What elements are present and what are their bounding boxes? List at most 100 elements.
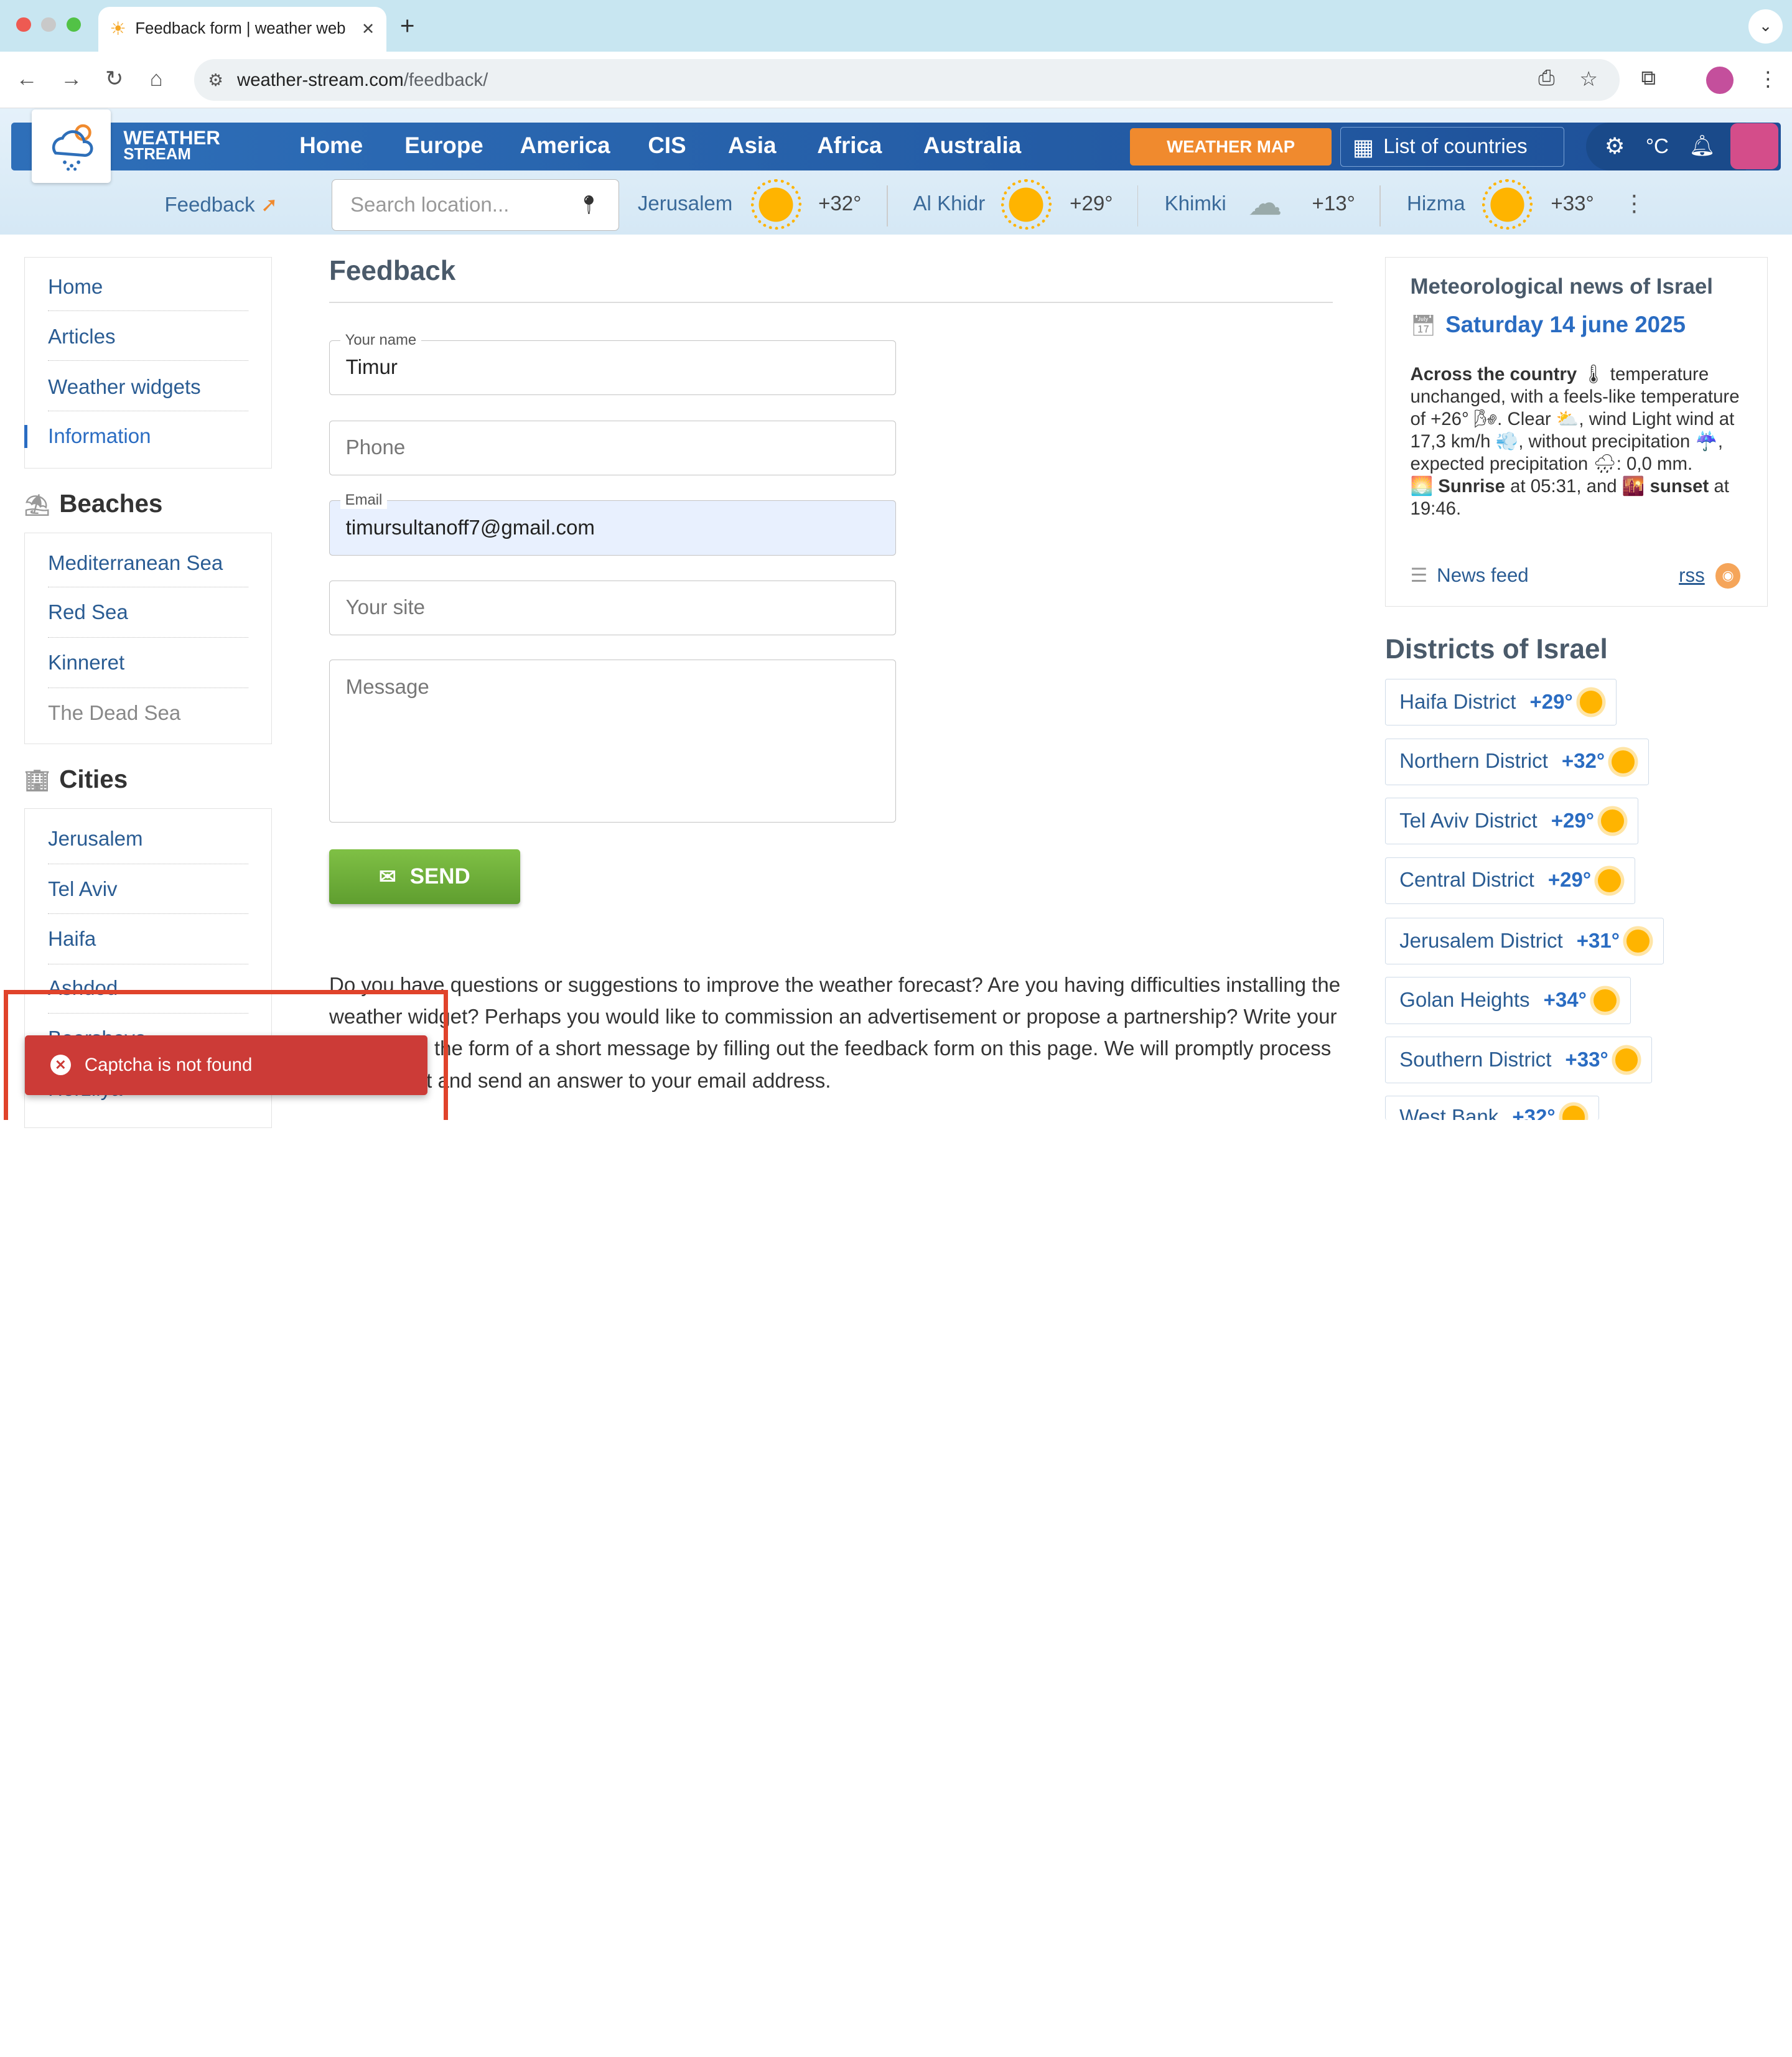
email-label: Email: [340, 491, 387, 509]
district-golan-heights[interactable]: Golan Heights +34°: [1385, 977, 1631, 1024]
district-southern[interactable]: Southern District +33°: [1385, 1036, 1653, 1084]
forward-icon[interactable]: →: [60, 67, 82, 91]
close-window-button[interactable]: [16, 17, 31, 32]
district-temp: +29°: [1547, 869, 1592, 892]
nav-africa[interactable]: Africa: [817, 133, 882, 159]
divider: [48, 963, 248, 965]
district-tel-aviv[interactable]: Tel Aviv District +29°: [1385, 798, 1638, 845]
toast-message: Captcha is not found: [84, 1054, 253, 1075]
more-cities-icon[interactable]: ⋮: [1623, 190, 1646, 217]
error-close-icon[interactable]: ✕: [50, 1055, 71, 1076]
district-name: Southern District: [1399, 1048, 1552, 1071]
message-field[interactable]: Message: [329, 659, 896, 823]
install-app-icon[interactable]: ⎙: [1538, 67, 1554, 90]
city-al-khidr[interactable]: Al Khidr: [913, 192, 986, 216]
beach-mediterranean-sea[interactable]: Mediterranean Sea: [48, 552, 223, 576]
location-pin-icon[interactable]: 📍︎: [577, 195, 600, 216]
minimize-window-button[interactable]: [41, 17, 56, 32]
nav-asia[interactable]: Asia: [728, 133, 777, 159]
sidebar-item-articles[interactable]: Articles: [48, 325, 115, 349]
tab-search-icon[interactable]: ⌄: [1748, 9, 1783, 44]
sidebar-item-information[interactable]: Information: [48, 425, 151, 449]
address-bar[interactable]: ⚙ weather-stream.com/feedback/: [194, 59, 1620, 101]
nav-home[interactable]: Home: [299, 133, 363, 159]
beach-red-sea[interactable]: Red Sea: [48, 601, 128, 625]
divider: [48, 410, 248, 412]
city-jerusalem[interactable]: Jerusalem: [638, 192, 732, 216]
active-indicator: [24, 425, 28, 448]
tab-title: Feedback form | weather web: [135, 20, 346, 38]
nav-cis[interactable]: CIS: [648, 133, 686, 159]
district-temp: +33°: [1565, 1048, 1608, 1071]
bell-icon[interactable]: 🔔︎: [1689, 134, 1715, 158]
url-path: /feedback/: [403, 69, 488, 90]
logo-text[interactable]: WEATHER STREAM: [123, 128, 220, 164]
grid-icon: ▦: [1352, 134, 1374, 160]
settings-gear-icon[interactable]: ⚙: [1605, 133, 1625, 159]
city-temp: +13°: [1312, 192, 1355, 215]
city-link-tel-aviv[interactable]: Tel Aviv: [48, 878, 117, 902]
close-tab-icon[interactable]: ✕: [362, 20, 375, 39]
district-central[interactable]: Central District +29°: [1385, 857, 1635, 904]
list-of-countries-button[interactable]: ▦ List of countries: [1340, 126, 1565, 167]
news-feed-link[interactable]: ☰ News feed: [1410, 564, 1528, 587]
divider: [48, 687, 248, 688]
sunrise-label: Sunrise: [1438, 476, 1505, 497]
feedback-link[interactable]: Feedback ➚: [164, 192, 278, 217]
sidebar-item-weather-widgets[interactable]: Weather widgets: [48, 376, 201, 399]
feedback-link-label: Feedback: [164, 193, 255, 217]
browser-toolbar: ← → ↻ ⌂ ⚙ weather-stream.com/feedback/ ⎙…: [0, 51, 1792, 109]
send-button[interactable]: ✉ SEND: [329, 849, 520, 904]
browser-menu-icon[interactable]: ⋮: [1758, 67, 1778, 91]
bookmark-star-icon[interactable]: ☆: [1579, 67, 1598, 91]
nav-europe[interactable]: Europe: [404, 133, 483, 159]
user-avatar[interactable]: [1730, 123, 1778, 169]
new-tab-icon[interactable]: +: [400, 11, 415, 40]
beach-dead-sea[interactable]: The Dead Sea: [48, 702, 180, 725]
name-label: Your name: [340, 331, 421, 349]
beach-kinneret[interactable]: Kinneret: [48, 651, 124, 675]
profile-avatar[interactable]: [1706, 66, 1734, 94]
reload-icon[interactable]: ↻: [105, 67, 123, 91]
divider: [887, 185, 889, 226]
nav-australia[interactable]: Australia: [923, 133, 1021, 159]
rss-icon[interactable]: ◉: [1715, 563, 1741, 589]
rss-link[interactable]: rss: [1679, 564, 1705, 587]
sun-icon: [1579, 691, 1603, 714]
site-field[interactable]: Your site: [329, 581, 896, 636]
city-khimki[interactable]: Khimki: [1165, 192, 1226, 216]
unit-toggle[interactable]: °C: [1646, 135, 1669, 159]
error-toast[interactable]: ✕ Captcha is not found: [25, 1035, 427, 1095]
divider: [48, 863, 248, 864]
district-northern[interactable]: Northern District +32°: [1385, 738, 1649, 785]
site-logo[interactable]: [32, 110, 111, 183]
city-link-haifa[interactable]: Haifa: [48, 928, 96, 951]
district-name: Golan Heights: [1399, 989, 1530, 1012]
list-icon: ☰: [1410, 564, 1428, 587]
city-link-jerusalem[interactable]: Jerusalem: [48, 828, 142, 851]
search-location-input[interactable]: Search location... 📍︎: [331, 179, 620, 231]
district-name: Northern District: [1399, 750, 1548, 773]
extensions-icon[interactable]: ⧉: [1641, 67, 1656, 90]
phone-field[interactable]: Phone: [329, 420, 896, 476]
browser-tab[interactable]: ☀ Feedback form | weather web ✕: [98, 7, 386, 52]
url-host: weather-stream.com: [237, 69, 404, 90]
site-info-icon[interactable]: ⚙: [208, 70, 223, 90]
nav-america[interactable]: America: [520, 133, 610, 159]
district-west-bank[interactable]: West Bank +32°: [1385, 1096, 1600, 1120]
district-haifa[interactable]: Haifa District +29°: [1385, 678, 1617, 726]
city-hizma[interactable]: Hizma: [1407, 192, 1465, 216]
maximize-window-button[interactable]: [66, 17, 82, 32]
email-field[interactable]: timursultanoff7@gmail.com: [329, 500, 896, 556]
district-name: West Bank: [1399, 1106, 1499, 1120]
district-jerusalem[interactable]: Jerusalem District +31°: [1385, 917, 1664, 965]
sun-favicon-icon: ☀: [110, 19, 126, 40]
envelope-icon: ✉: [379, 865, 396, 889]
cities-heading: 🏢︎ Cities: [24, 765, 128, 794]
home-icon[interactable]: ⌂: [150, 67, 163, 91]
news-date-text: Saturday 14 june 2025: [1445, 312, 1686, 338]
back-icon[interactable]: ←: [16, 67, 38, 91]
district-name: Tel Aviv District: [1399, 809, 1538, 833]
sidebar-item-home[interactable]: Home: [48, 276, 103, 299]
weather-map-button[interactable]: WEATHER MAP: [1130, 128, 1332, 166]
